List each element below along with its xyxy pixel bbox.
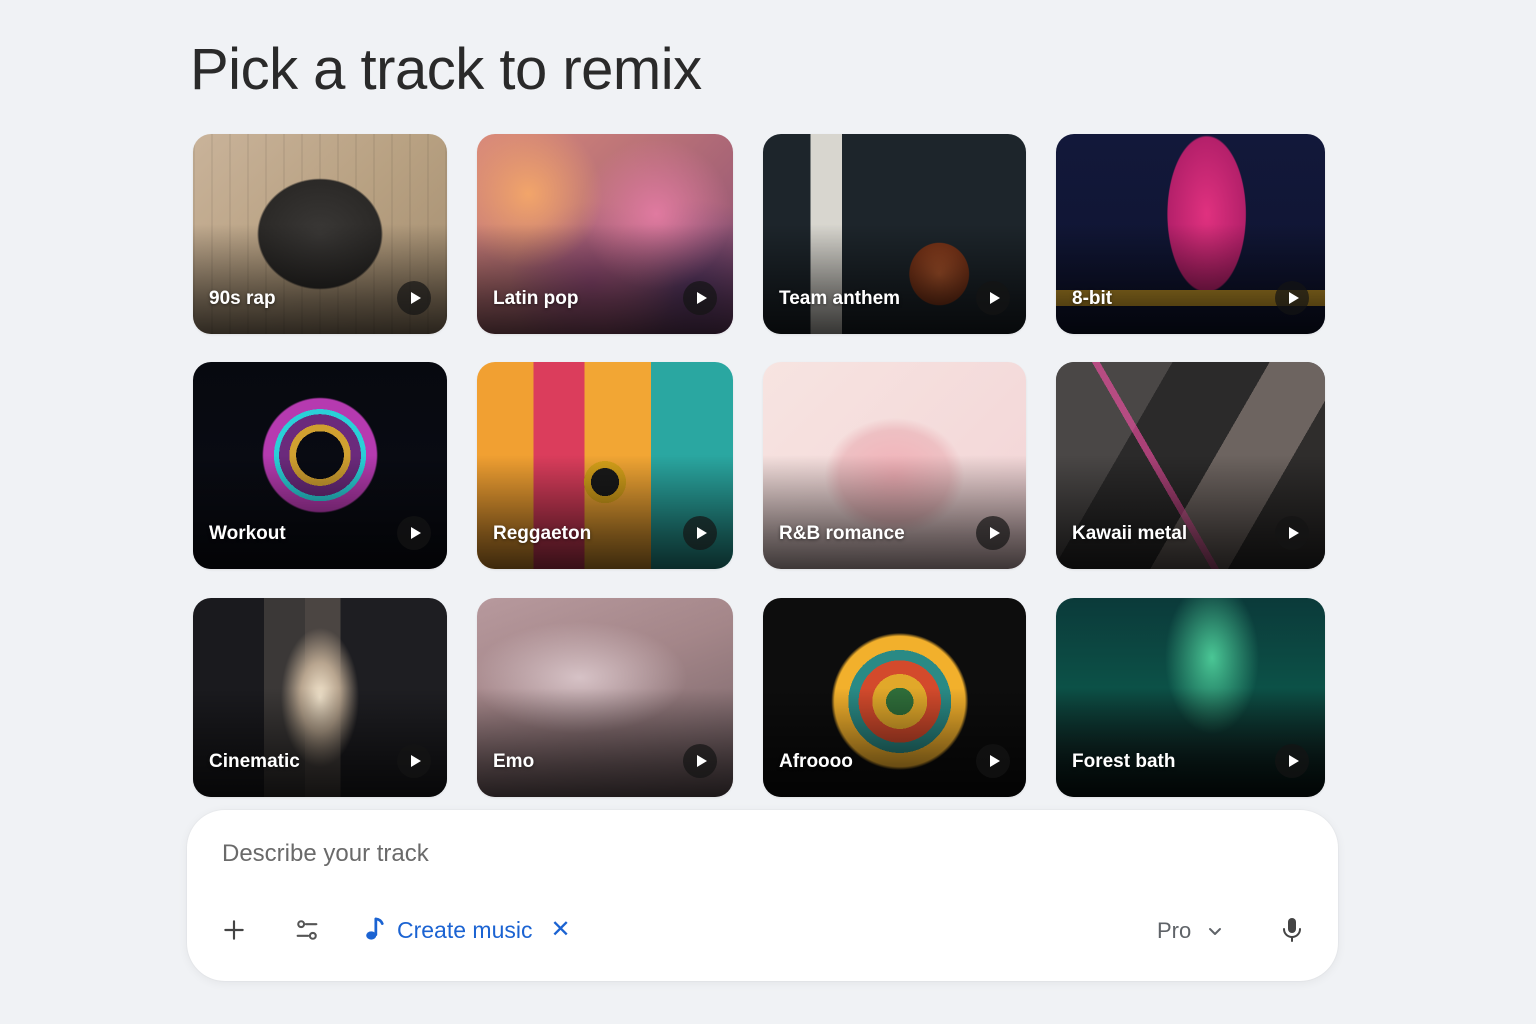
- play-icon[interactable]: [683, 281, 717, 315]
- play-icon[interactable]: [397, 516, 431, 550]
- music-note-icon: [366, 917, 384, 940]
- play-icon[interactable]: [1275, 744, 1309, 778]
- track-card-emo[interactable]: Emo: [477, 598, 733, 797]
- prompt-box: Create music ✕ Pro: [187, 810, 1338, 981]
- microphone-button[interactable]: [1275, 913, 1309, 947]
- play-icon[interactable]: [397, 281, 431, 315]
- play-icon[interactable]: [976, 744, 1010, 778]
- track-label: Emo: [493, 751, 535, 772]
- track-label: R&B romance: [779, 523, 905, 544]
- track-card-team-anthem[interactable]: Team anthem: [763, 134, 1026, 334]
- play-icon[interactable]: [1275, 516, 1309, 550]
- track-card-rnb-romance[interactable]: R&B romance: [763, 362, 1026, 569]
- track-card-forest-bath[interactable]: Forest bath: [1056, 598, 1325, 797]
- track-card-cinematic[interactable]: Cinematic: [193, 598, 447, 797]
- create-music-chip[interactable]: Create music ✕: [363, 912, 571, 948]
- track-card-8-bit[interactable]: 8-bit: [1056, 134, 1325, 334]
- track-label: Team anthem: [779, 288, 901, 309]
- track-card-workout[interactable]: Workout: [193, 362, 447, 569]
- track-grid: 90s rap Latin pop Team anthem 8-bit Work…: [0, 0, 1536, 800]
- play-icon[interactable]: [683, 516, 717, 550]
- track-label: Forest bath: [1072, 751, 1176, 772]
- tune-icon: [296, 920, 318, 940]
- model-label: Pro: [1157, 918, 1192, 943]
- track-label: Latin pop: [493, 288, 579, 309]
- describe-track-input[interactable]: [222, 840, 1122, 868]
- tools-button[interactable]: [290, 913, 324, 947]
- add-button[interactable]: [217, 913, 251, 947]
- play-icon[interactable]: [397, 744, 431, 778]
- play-icon[interactable]: [976, 281, 1010, 315]
- track-card-reggaeton[interactable]: Reggaeton: [477, 362, 733, 569]
- play-icon[interactable]: [1275, 281, 1309, 315]
- track-label: Reggaeton: [493, 523, 592, 544]
- track-label: Afroooo: [779, 751, 853, 772]
- track-label: 90s rap: [209, 288, 276, 309]
- track-card-afroooo[interactable]: Afroooo: [763, 598, 1026, 797]
- play-icon[interactable]: [976, 516, 1010, 550]
- close-icon[interactable]: ✕: [550, 918, 570, 942]
- track-card-latin-pop[interactable]: Latin pop: [477, 134, 733, 334]
- chevron-down-icon: [1209, 928, 1222, 935]
- track-card-90s-rap[interactable]: 90s rap: [193, 134, 447, 334]
- plus-icon: [224, 920, 244, 940]
- microphone-icon: [1283, 918, 1301, 942]
- track-label: 8-bit: [1072, 288, 1113, 309]
- page: Pick a track to remix 90s rap Latin pop …: [0, 0, 1536, 1024]
- create-music-label: Create music: [397, 916, 533, 943]
- track-label: Workout: [209, 523, 286, 544]
- track-label: Kawaii metal: [1072, 523, 1188, 544]
- track-label: Cinematic: [209, 751, 300, 772]
- track-card-kawaii-metal[interactable]: Kawaii metal: [1056, 362, 1325, 569]
- model-selector[interactable]: Pro: [1157, 914, 1223, 948]
- play-icon[interactable]: [683, 744, 717, 778]
